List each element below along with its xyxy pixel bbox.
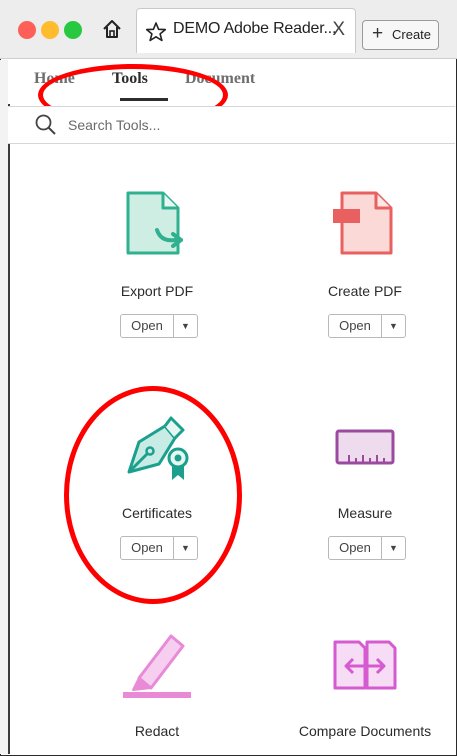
- compare-documents-icon: [325, 628, 405, 708]
- star-icon[interactable]: [145, 21, 167, 48]
- export-pdf-icon: [117, 188, 197, 268]
- dropdown-arrow-icon[interactable]: ▼: [174, 315, 197, 337]
- tool-name: Export PDF: [120, 283, 194, 299]
- annotation-ellipse-certificates: [64, 386, 242, 604]
- tool-name: Compare Documents: [298, 723, 432, 739]
- plus-icon: +: [372, 23, 384, 44]
- create-pdf-icon: [325, 188, 405, 268]
- open-label: Open: [121, 315, 174, 337]
- left-border: [0, 60, 10, 754]
- home-icon[interactable]: [101, 18, 123, 40]
- tab-close-button[interactable]: X: [332, 19, 345, 41]
- minimize-window-button[interactable]: [41, 21, 59, 39]
- tool-card-export-pdf[interactable]: Export PDF Open ▼: [77, 188, 237, 338]
- search-bar: [8, 106, 455, 144]
- tool-card-measure[interactable]: Measure Open ▼: [285, 410, 445, 560]
- dropdown-arrow-icon[interactable]: ▼: [382, 537, 405, 559]
- tool-card-create-pdf[interactable]: Create PDF Open ▼: [285, 188, 445, 338]
- close-window-button[interactable]: [18, 21, 36, 39]
- maximize-window-button[interactable]: [64, 21, 82, 39]
- create-button[interactable]: + Create: [362, 20, 439, 50]
- measure-icon: [325, 410, 405, 490]
- open-button[interactable]: Open ▼: [120, 314, 198, 338]
- title-bar: DEMO Adobe Reader... X + Create: [0, 0, 457, 59]
- tool-name: Measure: [337, 505, 393, 521]
- tool-card-redact[interactable]: Redact: [77, 628, 237, 739]
- open-label: Open: [329, 537, 382, 559]
- create-label: Create: [392, 27, 432, 42]
- redact-icon: [117, 628, 197, 708]
- tool-card-compare-documents[interactable]: Compare Documents: [285, 628, 445, 739]
- tool-name: Create PDF: [328, 283, 402, 299]
- tab-title: DEMO Adobe Reader...: [173, 20, 337, 37]
- open-button[interactable]: Open ▼: [328, 314, 406, 338]
- tool-name: Redact: [134, 723, 180, 739]
- dropdown-arrow-icon[interactable]: ▼: [382, 315, 405, 337]
- document-tab[interactable]: DEMO Adobe Reader... X: [136, 8, 356, 53]
- open-button[interactable]: Open ▼: [328, 536, 406, 560]
- search-icon: [34, 113, 58, 142]
- search-input[interactable]: [66, 113, 440, 137]
- open-label: Open: [329, 315, 382, 337]
